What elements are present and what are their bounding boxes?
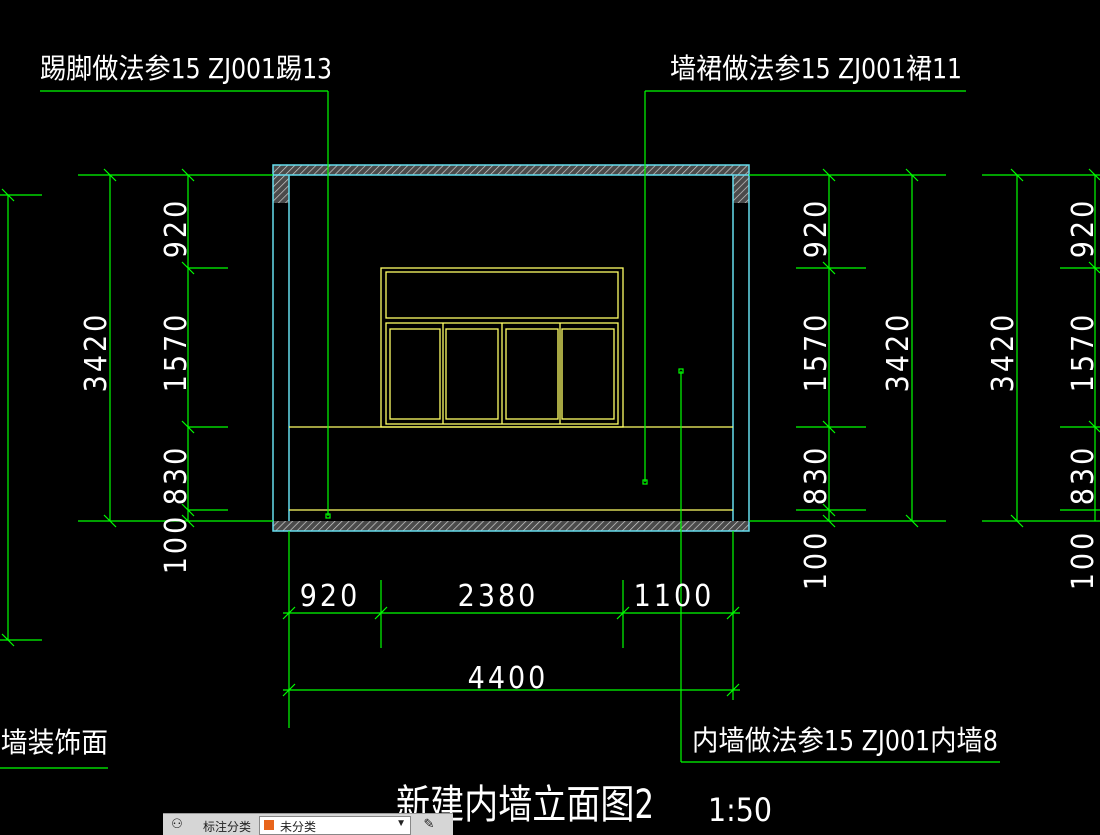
dim-left-total: 3420 — [79, 312, 114, 393]
annotation-category-toolbar: ⚇ 标注分类 未分类 ▼ ✎ — [163, 813, 453, 835]
note-decoration: 内墙装饰面 — [0, 726, 108, 759]
edit-icon[interactable]: ✎ — [421, 817, 437, 831]
category-select[interactable]: 未分类 ▼ — [259, 816, 411, 835]
dim-far-right-bottom: 830 — [1066, 445, 1100, 506]
dim-far-right-total: 3420 — [986, 312, 1021, 393]
dimension-lines — [0, 90, 1100, 769]
dim-horizontal-middle: 2380 — [458, 579, 539, 614]
toolbar-label: 标注分类 — [203, 820, 252, 834]
cad-drawing-canvas[interactable]: 920 1570 830 100 3420 920 1570 830 100 3… — [0, 0, 1100, 834]
dim-horizontal-total: 4400 — [468, 661, 549, 696]
dim-right-top: 920 — [799, 198, 834, 259]
dim-horizontal-left: 920 — [300, 579, 361, 614]
window-frame — [380, 267, 624, 428]
category-color-swatch — [264, 820, 274, 830]
dim-right-total: 3420 — [881, 312, 916, 393]
dim-far-right-base: 100 — [1066, 530, 1100, 591]
drawing-scale: 1:50 — [708, 791, 772, 829]
note-dado: 墙裙做法参15 ZJ001裙11 — [670, 52, 962, 85]
category-select-value: 未分类 — [280, 820, 317, 834]
layer-properties-icon[interactable]: ⚇ — [169, 817, 185, 831]
wall-hatch — [273, 165, 749, 531]
dim-right-bottom: 830 — [799, 445, 834, 506]
dim-far-right-middle: 1570 — [1066, 312, 1100, 393]
note-skirting: 踢脚做法参15 ZJ001踢13 — [40, 52, 332, 85]
dim-left-top: 920 — [159, 198, 194, 259]
dim-left-bottom: 830 — [159, 445, 194, 506]
dim-horizontal-right: 1100 — [634, 579, 715, 614]
dado-lines — [289, 426, 733, 511]
dim-right-base: 100 — [799, 530, 834, 591]
dim-left-middle: 1570 — [159, 312, 194, 393]
wall-outline — [272, 164, 750, 532]
dim-left-base: 100 — [159, 514, 194, 575]
chevron-down-icon: ▼ — [396, 818, 406, 829]
note-inner-wall: 内墙做法参15 ZJ001内墙8 — [692, 724, 998, 757]
dim-far-right-top: 920 — [1066, 198, 1100, 259]
dim-right-middle: 1570 — [799, 312, 834, 393]
